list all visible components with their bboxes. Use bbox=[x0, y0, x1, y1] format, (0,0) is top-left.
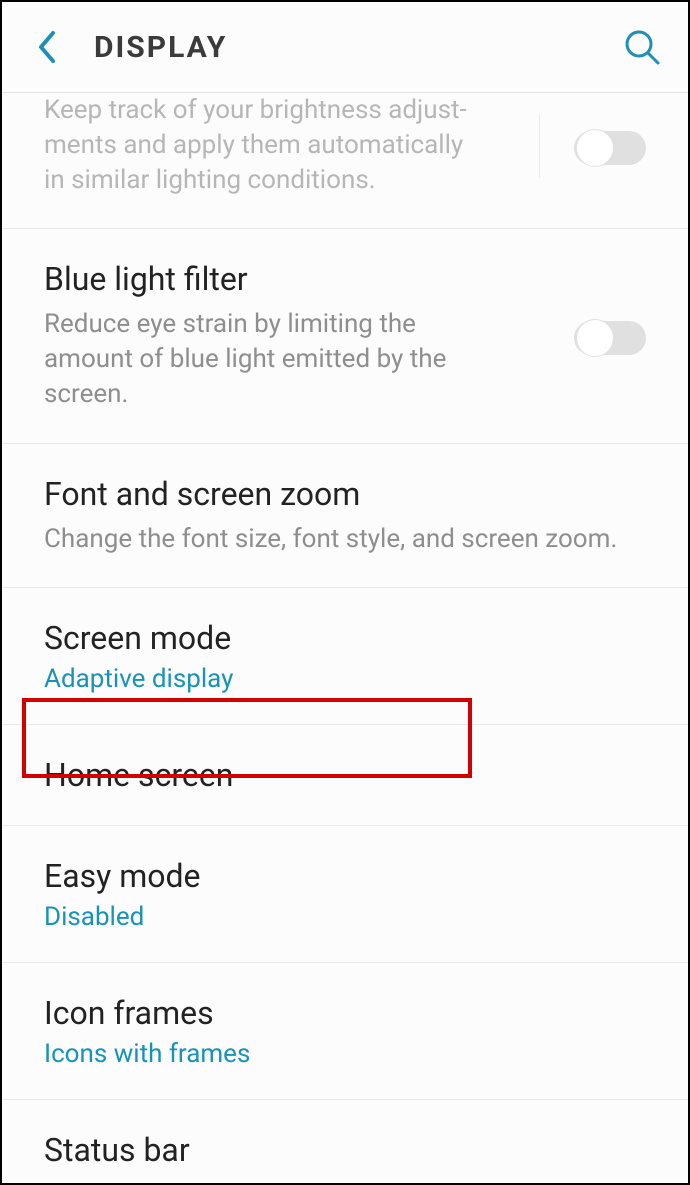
font-zoom-title: Font and screen zoom bbox=[44, 474, 646, 514]
settings-list: Keep track of your brightness adjust- me… bbox=[2, 93, 688, 1184]
screen-mode-value: Adaptive display bbox=[44, 664, 646, 694]
home-screen-title: Home screen bbox=[44, 755, 646, 795]
auto-brightness-desc: Keep track of your brightness adjust- me… bbox=[44, 93, 474, 198]
row-icon-frames[interactable]: Icon frames Icons with frames bbox=[2, 963, 688, 1100]
row-easy-mode[interactable]: Easy mode Disabled bbox=[2, 826, 688, 963]
blue-light-desc: Reduce eye strain by limiting the amount… bbox=[44, 307, 474, 412]
back-button[interactable] bbox=[26, 27, 66, 67]
screen-mode-title: Screen mode bbox=[44, 618, 646, 658]
toggle-blue-light[interactable] bbox=[574, 321, 646, 355]
easy-mode-title: Easy mode bbox=[44, 856, 646, 896]
row-auto-brightness[interactable]: Keep track of your brightness adjust- me… bbox=[2, 93, 688, 229]
easy-mode-value: Disabled bbox=[44, 902, 646, 932]
row-status-bar[interactable]: Status bar bbox=[2, 1100, 688, 1184]
header-bar: DISPLAY bbox=[2, 2, 688, 92]
page-title: DISPLAY bbox=[94, 30, 227, 65]
divider-vertical bbox=[539, 114, 540, 178]
row-font-zoom[interactable]: Font and screen zoom Change the font siz… bbox=[2, 444, 688, 588]
font-zoom-desc: Change the font size, font style, and sc… bbox=[44, 522, 644, 557]
toggle-auto-brightness[interactable] bbox=[574, 131, 646, 165]
icon-frames-title: Icon frames bbox=[44, 993, 646, 1033]
status-bar-title: Status bar bbox=[44, 1130, 646, 1170]
search-icon bbox=[622, 27, 662, 67]
search-button[interactable] bbox=[620, 25, 664, 69]
chevron-left-icon bbox=[35, 29, 57, 65]
row-blue-light-filter[interactable]: Blue light filter Reduce eye strain by l… bbox=[2, 229, 688, 443]
icon-frames-value: Icons with frames bbox=[44, 1039, 646, 1069]
blue-light-title: Blue light filter bbox=[44, 259, 474, 299]
row-home-screen[interactable]: Home screen bbox=[2, 725, 688, 826]
row-screen-mode[interactable]: Screen mode Adaptive display bbox=[2, 588, 688, 725]
